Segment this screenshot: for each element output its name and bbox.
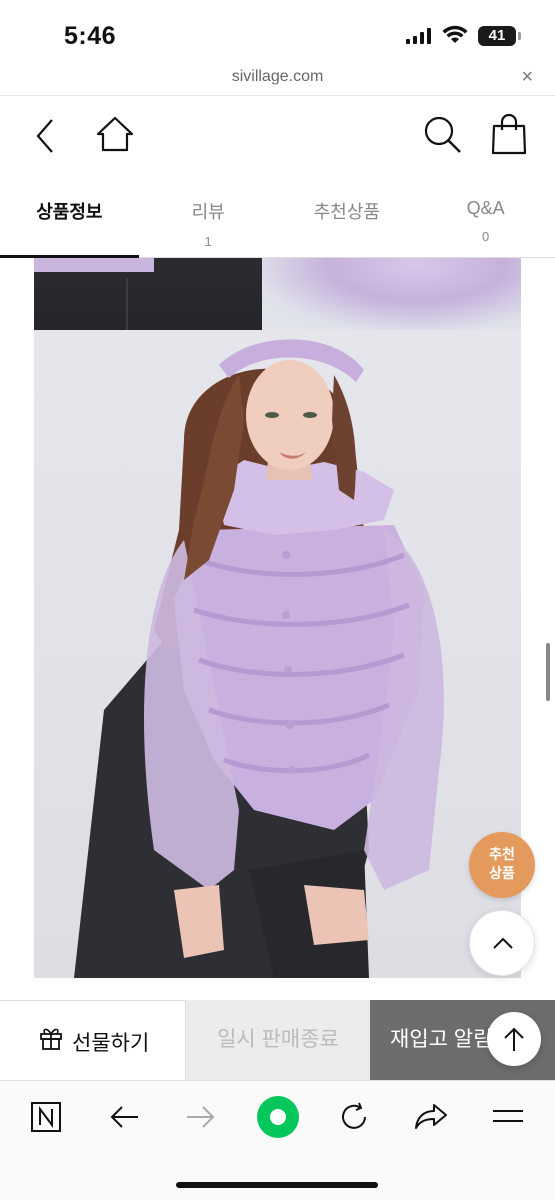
tab-label: 상품정보 xyxy=(36,202,103,222)
browser-url-bar: sivillage.com × xyxy=(0,62,555,96)
home-indicator xyxy=(176,1182,378,1188)
shopping-bag-icon[interactable] xyxy=(490,112,528,161)
purchase-action-bar: 선물하기 일시 판매종료 재입고 알림 xyxy=(0,1000,555,1080)
status-time: 5:46 xyxy=(64,22,117,50)
tab-count xyxy=(0,234,139,248)
scroll-top-button[interactable] xyxy=(469,910,535,976)
tab-product-info[interactable]: 상품정보 xyxy=(0,180,139,258)
naver-green-home-icon[interactable] xyxy=(256,1095,300,1144)
gift-icon xyxy=(38,1025,64,1056)
sleeve-detail xyxy=(262,258,521,330)
forward-arrow-icon xyxy=(185,1103,217,1136)
back-arrow-icon[interactable] xyxy=(108,1103,140,1136)
wifi-icon xyxy=(442,25,468,50)
refresh-icon[interactable] xyxy=(338,1101,370,1138)
search-icon[interactable] xyxy=(422,114,464,161)
menu-icon[interactable] xyxy=(492,1107,524,1132)
product-image-top xyxy=(34,258,521,330)
chevron-up-icon xyxy=(493,937,513,949)
product-tabs: 상품정보 리뷰 1 추천상품 Q&A 0 xyxy=(0,180,555,258)
tab-qna[interactable]: Q&A 0 xyxy=(416,180,555,257)
battery-icon: 41 xyxy=(478,26,521,46)
tab-review[interactable]: 리뷰 1 xyxy=(139,180,278,257)
tab-recommended[interactable]: 추천상품 xyxy=(278,180,417,257)
tab-count xyxy=(278,234,417,248)
page-top-button[interactable] xyxy=(487,1012,541,1066)
back-icon[interactable] xyxy=(34,116,58,161)
recommend-line1: 추천 xyxy=(489,846,515,862)
recommend-line2: 상품 xyxy=(489,865,515,881)
status-bar: 5:46 41 xyxy=(0,0,555,66)
recommended-products-button[interactable]: 추천 상품 xyxy=(469,832,535,898)
tab-count: 1 xyxy=(204,234,212,249)
product-image-main xyxy=(34,330,521,978)
tab-label: 리뷰 xyxy=(191,202,225,222)
arrow-up-icon xyxy=(504,1027,524,1051)
tab-label: 추천상품 xyxy=(313,202,380,222)
cellular-signal-icon xyxy=(406,28,432,49)
gift-button[interactable]: 선물하기 xyxy=(0,1000,186,1080)
tab-count: 0 xyxy=(482,229,490,244)
jeans-seam-detail xyxy=(126,278,128,330)
site-header xyxy=(0,96,555,180)
tab-label: Q&A xyxy=(466,198,505,218)
blouse-hem-detail xyxy=(34,258,154,272)
naver-n-icon[interactable] xyxy=(30,1101,62,1138)
scroll-indicator[interactable] xyxy=(546,643,550,701)
model-photo-illustration xyxy=(74,339,444,978)
close-icon[interactable]: × xyxy=(521,66,533,89)
url-text[interactable]: sivillage.com xyxy=(0,68,555,86)
share-icon[interactable] xyxy=(414,1101,448,1136)
gift-label: 선물하기 xyxy=(72,1032,150,1055)
temporarily-sold-out-button: 일시 판매종료 xyxy=(186,1000,370,1080)
home-icon[interactable] xyxy=(94,114,136,161)
